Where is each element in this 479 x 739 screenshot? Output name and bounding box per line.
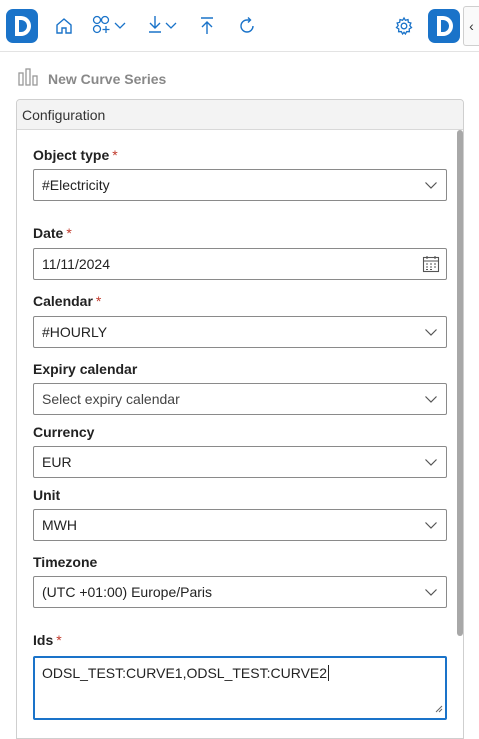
- page-title: New Curve Series: [48, 71, 167, 87]
- app-logo-icon[interactable]: [5, 8, 39, 44]
- chevron-down-icon: [416, 180, 446, 190]
- chart-bars-icon: [18, 67, 40, 91]
- object-type-label: Object type *: [33, 147, 118, 163]
- refresh-icon[interactable]: [236, 10, 258, 42]
- ids-textarea[interactable]: ODSL_TEST:CURVE1,ODSL_TEST:CURVE2​: [33, 656, 447, 720]
- currency-select[interactable]: EUR: [33, 446, 447, 478]
- expiry-calendar-select[interactable]: Select expiry calendar: [33, 383, 447, 415]
- configuration-panel: Configuration Object type * #Electricity …: [16, 99, 464, 739]
- expiry-calendar-label: Expiry calendar: [33, 361, 138, 377]
- chevron-down-icon: [164, 17, 178, 35]
- panel-header: Configuration: [17, 100, 463, 130]
- date-label: Date *: [33, 225, 72, 241]
- page-header: New Curve Series: [18, 66, 166, 92]
- calendar-icon[interactable]: [416, 255, 446, 273]
- timezone-select[interactable]: (UTC +01:00) Europe/Paris: [33, 576, 447, 608]
- chevron-down-icon: [416, 457, 446, 467]
- currency-label: Currency: [33, 424, 95, 440]
- resize-handle-icon[interactable]: [435, 700, 443, 716]
- unit-label: Unit: [33, 487, 61, 503]
- object-type-select[interactable]: #Electricity: [33, 169, 447, 201]
- date-field[interactable]: 11/11/2024: [33, 248, 447, 280]
- chevron-down-icon: [416, 394, 446, 404]
- unit-select[interactable]: MWH: [33, 509, 447, 541]
- toolbar: ‹: [0, 0, 479, 52]
- home-icon[interactable]: [52, 10, 76, 42]
- chevron-down-icon: [416, 327, 446, 337]
- calendar-label: Calendar *: [33, 293, 102, 309]
- collapse-panel-button[interactable]: ‹: [463, 6, 479, 46]
- chevron-left-icon: ‹: [469, 18, 474, 34]
- chevron-down-icon: [416, 587, 446, 597]
- text-cursor: ​: [328, 665, 330, 681]
- panel-scrollbar[interactable]: [457, 130, 463, 636]
- chevron-down-icon: [416, 520, 446, 530]
- chevron-down-icon: [113, 17, 127, 35]
- curve-add-icon: [91, 14, 113, 39]
- curve-add-menu-button[interactable]: [88, 10, 130, 42]
- download-icon: [146, 14, 164, 39]
- brand-logo-icon: [427, 8, 461, 44]
- ids-label: Ids *: [33, 632, 62, 648]
- upload-icon[interactable]: [196, 10, 218, 42]
- timezone-label: Timezone: [33, 554, 98, 570]
- calendar-select[interactable]: #HOURLY: [33, 316, 447, 348]
- settings-icon[interactable]: [393, 10, 415, 42]
- download-menu-button[interactable]: [142, 10, 182, 42]
